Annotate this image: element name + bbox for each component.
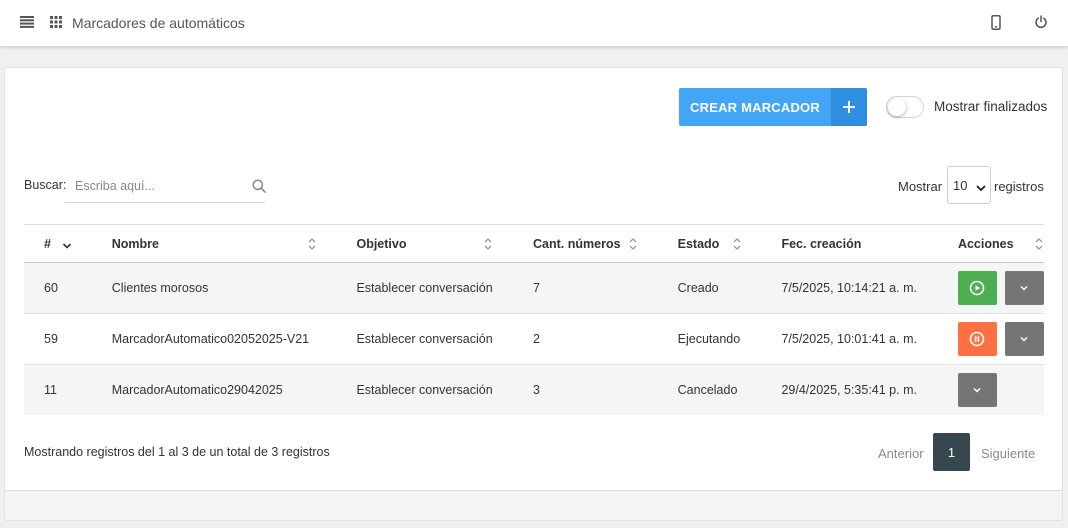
cell-cantidad: 3 bbox=[533, 364, 678, 415]
page-size-select[interactable]: 10 bbox=[947, 166, 991, 204]
search-label: Buscar: bbox=[24, 178, 67, 192]
page-size-label: Mostrar bbox=[898, 179, 943, 194]
play-circle-icon bbox=[970, 280, 985, 296]
cell-acciones bbox=[957, 262, 1044, 314]
search-field bbox=[65, 169, 266, 203]
column-header-id[interactable]: # bbox=[24, 224, 112, 263]
chevron-down-icon bbox=[976, 180, 986, 195]
cell-cantidad: 2 bbox=[533, 313, 678, 365]
page-size-suffix: registros bbox=[994, 179, 1044, 194]
cell-estado: Cancelado bbox=[677, 364, 782, 415]
cell-objetivo: Establecer conversación bbox=[356, 313, 534, 365]
cell-acciones bbox=[957, 364, 1044, 415]
pause-circle-icon bbox=[970, 331, 985, 347]
column-header-nombre[interactable]: Nombre bbox=[111, 224, 357, 263]
power-icon[interactable] bbox=[1033, 14, 1049, 30]
sort-icon bbox=[732, 237, 742, 251]
toggle-knob bbox=[888, 98, 906, 116]
column-header-acciones[interactable]: Acciones bbox=[957, 224, 1044, 263]
table-info: Mostrando registros del 1 al 3 de un tot… bbox=[24, 445, 330, 459]
cell-id: 11 bbox=[24, 364, 112, 415]
top-bar: Marcadores de automáticos bbox=[0, 0, 1068, 47]
column-header-fecha: Fec. creación bbox=[781, 224, 958, 263]
pagination-page-current[interactable]: 1 bbox=[933, 433, 970, 471]
pause-button[interactable] bbox=[957, 322, 997, 356]
cell-fecha: 29/4/2025, 5:35:41 p. m. bbox=[781, 364, 958, 415]
chevron-down-icon bbox=[1020, 285, 1028, 291]
more-actions-button[interactable] bbox=[1004, 271, 1044, 305]
more-actions-button[interactable] bbox=[957, 372, 997, 407]
chevron-down-icon bbox=[973, 387, 981, 393]
sort-icon bbox=[307, 237, 317, 251]
page-title: Marcadores de automáticos bbox=[72, 15, 245, 31]
cell-nombre: MarcadorAutomatico02052025-V21 bbox=[111, 313, 357, 365]
pagination-next[interactable]: Siguiente bbox=[981, 446, 1035, 461]
cell-acciones bbox=[957, 313, 1044, 365]
cell-objetivo: Establecer conversación bbox=[356, 364, 534, 415]
table-row: 60 Clientes morosos Establecer conversac… bbox=[24, 262, 1044, 314]
cell-nombre: Clientes morosos bbox=[111, 262, 357, 314]
table-row: 59 MarcadorAutomatico02052025-V21 Establ… bbox=[24, 313, 1044, 365]
cell-fecha: 7/5/2025, 10:14:21 a. m. bbox=[781, 262, 958, 314]
main-card: CREAR MARCADOR Mostrar finalizados Busca… bbox=[4, 67, 1063, 521]
menu-icon[interactable] bbox=[19, 14, 35, 30]
cell-fecha: 7/5/2025, 10:01:41 a. m. bbox=[781, 313, 958, 365]
apps-grid-icon[interactable] bbox=[48, 14, 64, 30]
cell-estado: Ejecutando bbox=[677, 313, 782, 365]
start-button[interactable] bbox=[957, 271, 997, 305]
show-finished-toggle[interactable] bbox=[886, 96, 924, 118]
create-marcador-button[interactable]: CREAR MARCADOR bbox=[679, 88, 867, 126]
column-header-objetivo[interactable]: Objetivo bbox=[356, 224, 534, 263]
search-input[interactable] bbox=[75, 176, 245, 196]
cell-cantidad: 7 bbox=[533, 262, 678, 314]
table-row: 11 MarcadorAutomatico29042025 Establecer… bbox=[24, 364, 1044, 415]
cell-id: 60 bbox=[24, 262, 112, 314]
search-icon[interactable] bbox=[252, 179, 266, 193]
chevron-down-icon bbox=[1020, 336, 1028, 342]
column-header-cantidad[interactable]: Cant. números bbox=[533, 224, 678, 263]
cell-nombre: MarcadorAutomatico29042025 bbox=[111, 364, 357, 415]
table-header-row: # Nombre Objetivo Cant. números Estado F… bbox=[24, 224, 1044, 263]
plus-icon bbox=[831, 88, 867, 126]
card-footer bbox=[5, 490, 1062, 520]
marcadores-table: # Nombre Objetivo Cant. números Estado F… bbox=[24, 224, 1044, 415]
sort-icon bbox=[628, 237, 638, 251]
cell-objetivo: Establecer conversación bbox=[356, 262, 534, 314]
more-actions-button[interactable] bbox=[1004, 322, 1044, 356]
show-finished-label: Mostrar finalizados bbox=[934, 99, 1048, 114]
pagination-previous[interactable]: Anterior bbox=[878, 446, 924, 461]
create-marcador-label: CREAR MARCADOR bbox=[690, 99, 820, 115]
sort-icon bbox=[1034, 237, 1044, 251]
cell-estado: Creado bbox=[677, 262, 782, 314]
cell-id: 59 bbox=[24, 313, 112, 365]
mobile-phone-icon[interactable] bbox=[988, 14, 1004, 30]
column-header-estado[interactable]: Estado bbox=[677, 224, 782, 263]
sort-desc-icon bbox=[62, 239, 72, 253]
page-size-value: 10 bbox=[953, 177, 968, 193]
sort-icon bbox=[483, 237, 493, 251]
